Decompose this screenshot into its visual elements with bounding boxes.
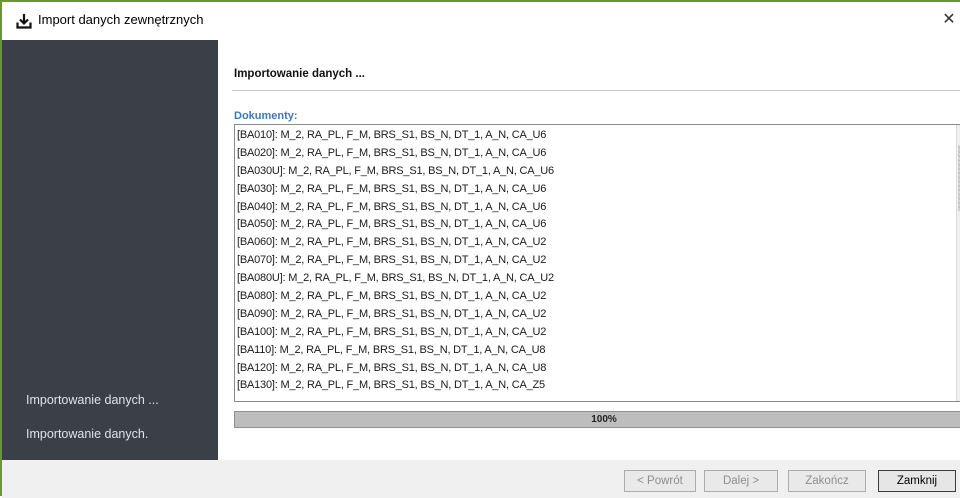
close-button[interactable]: Zamknij (878, 470, 956, 492)
document-list-item[interactable]: [BA020]: M_2, RA_PL, F_M, BRS_S1, BS_N, … (237, 145, 955, 163)
document-list-item[interactable]: [BA110]: M_2, RA_PL, F_M, BRS_S1, BS_N, … (237, 342, 955, 360)
next-button[interactable]: Dalej > (704, 470, 778, 492)
back-button[interactable]: < Powrót (624, 470, 696, 492)
document-list-item[interactable]: [BA090]: M_2, RA_PL, F_M, BRS_S1, BS_N, … (237, 306, 955, 324)
import-dialog: Import danych zewnętrznych ✕ Importowani… (0, 0, 960, 498)
window-title: Import danych zewnętrznych (38, 12, 204, 27)
document-list-item[interactable]: [BA130]: M_2, RA_PL, F_M, BRS_S1, BS_N, … (237, 377, 955, 395)
document-list-item[interactable]: [BA030]: M_2, RA_PL, F_M, BRS_S1, BS_N, … (237, 181, 955, 199)
wizard-content: Importowanie danych ... Dokumenty: [BA01… (218, 40, 960, 460)
document-list-item[interactable]: [BA080]: M_2, RA_PL, F_M, BRS_S1, BS_N, … (237, 288, 955, 306)
document-list-item[interactable]: [BA050]: M_2, RA_PL, F_M, BRS_S1, BS_N, … (237, 216, 955, 234)
document-list-item[interactable]: [BA060]: M_2, RA_PL, F_M, BRS_S1, BS_N, … (237, 234, 955, 252)
dialog-footer: < Powrót Dalej > Zakończ Zamknij (2, 460, 960, 498)
wizard-sidebar: Importowanie danych ... Importowanie dan… (2, 40, 218, 460)
documents-list: [BA010]: M_2, RA_PL, F_M, BRS_S1, BS_N, … (237, 127, 955, 395)
finish-button[interactable]: Zakończ (788, 470, 866, 492)
documents-listbox[interactable]: [BA010]: M_2, RA_PL, F_M, BRS_S1, BS_N, … (234, 124, 960, 402)
document-list-item[interactable]: [BA120]: M_2, RA_PL, F_M, BRS_S1, BS_N, … (237, 360, 955, 378)
document-list-item[interactable]: [BA030U]: M_2, RA_PL, F_M, BRS_S1, BS_N,… (237, 163, 955, 181)
download-icon (16, 13, 32, 29)
sidebar-step-importing: Importowanie danych ... (26, 393, 159, 407)
sidebar-step-imported: Importowanie danych. (26, 427, 149, 441)
import-progress-bar: 100% (234, 411, 960, 428)
document-list-item[interactable]: [BA100]: M_2, RA_PL, F_M, BRS_S1, BS_N, … (237, 324, 955, 342)
close-icon[interactable]: ✕ (938, 8, 960, 32)
document-list-item[interactable]: [BA080U]: M_2, RA_PL, F_M, BRS_S1, BS_N,… (237, 270, 955, 288)
documents-label: Dokumenty: (234, 110, 298, 122)
title-divider (232, 90, 960, 91)
title-bar: Import danych zewnętrznych ✕ (2, 2, 960, 40)
document-list-item[interactable]: [BA070]: M_2, RA_PL, F_M, BRS_S1, BS_N, … (237, 252, 955, 270)
document-list-item[interactable]: [BA010]: M_2, RA_PL, F_M, BRS_S1, BS_N, … (237, 127, 955, 145)
document-list-item[interactable]: [BA040]: M_2, RA_PL, F_M, BRS_S1, BS_N, … (237, 199, 955, 217)
progress-label: 100% (591, 414, 617, 425)
page-title: Importowanie danych ... (234, 68, 365, 80)
vertical-scrollbar[interactable]: ▲ ▼ (956, 125, 960, 401)
